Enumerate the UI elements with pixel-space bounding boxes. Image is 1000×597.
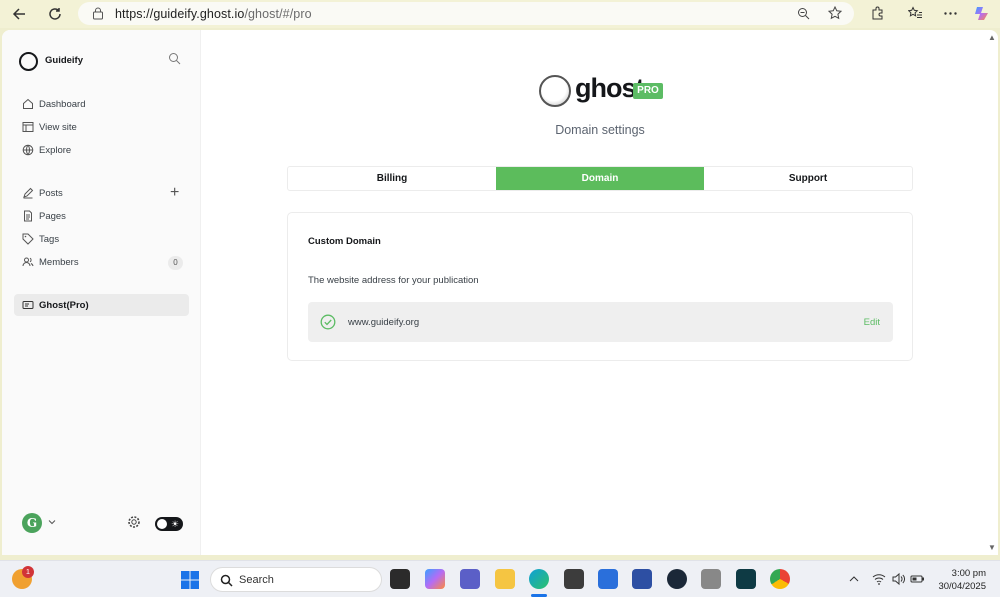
layout-icon	[22, 122, 34, 132]
sidebar-item-members[interactable]: Members	[14, 251, 189, 273]
tab-support[interactable]: Support	[704, 167, 912, 190]
card-title: Custom Domain	[308, 236, 381, 247]
page-viewport: Guideify Dashboard View site Explore Pos…	[2, 30, 998, 555]
copilot-app-icon[interactable]	[425, 569, 445, 589]
chevron-down-icon[interactable]	[47, 517, 57, 527]
taskbar-search[interactable]: Search	[210, 567, 382, 592]
favorites-icon[interactable]	[908, 6, 923, 21]
globe-icon	[22, 144, 34, 156]
chevron-up-icon[interactable]	[848, 573, 860, 585]
app-gray-icon[interactable]	[701, 569, 721, 589]
sidebar: Guideify Dashboard View site Explore Pos…	[2, 30, 201, 555]
home-icon	[23, 98, 33, 109]
avatar[interactable]: G	[22, 513, 42, 533]
scroll-down-arrow[interactable]: ▼	[988, 543, 996, 552]
clock-date: 30/04/2025	[938, 581, 986, 592]
sun-icon: ☀	[171, 519, 180, 529]
extensions-icon[interactable]	[870, 6, 885, 21]
windows-start-icon[interactable]	[180, 570, 200, 590]
sidebar-item-label: Tags	[39, 234, 60, 245]
members-icon	[22, 257, 34, 267]
sidebar-item-label: View site	[39, 122, 77, 133]
more-menu-icon[interactable]	[943, 6, 958, 21]
sidebar-item-explore[interactable]: Explore	[14, 139, 189, 161]
edit-domain-button[interactable]: Edit	[864, 317, 880, 328]
edge-icon[interactable]	[529, 569, 549, 589]
settings-tabs: Billing Domain Support	[287, 166, 913, 191]
sidebar-item-label: Posts	[39, 188, 63, 199]
edit-icon	[23, 187, 34, 199]
volume-icon[interactable]	[891, 572, 905, 586]
card-icon	[22, 301, 34, 309]
address-bar[interactable]: https://guideify.ghost.io/ghost/#/pro	[78, 2, 854, 25]
card-description: The website address for your publication	[308, 275, 479, 286]
tab-billing[interactable]: Billing	[288, 167, 496, 190]
favorite-star-icon[interactable]	[828, 6, 842, 20]
file-explorer-icon[interactable]	[495, 569, 515, 589]
sidebar-item-posts[interactable]: Posts	[14, 182, 189, 204]
url-host: https://guideify.ghost.io	[115, 7, 245, 21]
url-path: /ghost/#/pro	[244, 7, 312, 21]
lock-icon	[93, 7, 103, 20]
sidebar-item-label: Members	[39, 257, 79, 268]
app-cube-icon[interactable]	[564, 569, 584, 589]
task-view-icon[interactable]	[390, 569, 410, 589]
copilot-icon[interactable]	[973, 4, 992, 23]
pro-badge: PRO	[633, 83, 663, 99]
tab-domain[interactable]: Domain	[496, 167, 704, 190]
domain-value: www.guideify.org	[348, 317, 420, 328]
custom-domain-card: Custom Domain The website address for yo…	[287, 212, 913, 361]
check-circle-icon	[320, 314, 336, 330]
add-post-button[interactable]: +	[170, 185, 179, 201]
sidebar-item-label: Ghost(Pro)	[39, 300, 89, 311]
notification-badge: 1	[22, 566, 34, 578]
teams-icon[interactable]	[460, 569, 480, 589]
app-blue-icon[interactable]	[632, 569, 652, 589]
search-label: Search	[239, 574, 274, 586]
dark-mode-toggle[interactable]: ☀	[155, 517, 183, 531]
taskbar: 1 Search 3:00 pm 30/04/2025	[0, 560, 1000, 597]
scroll-up-arrow[interactable]: ▲	[988, 33, 996, 42]
refresh-icon[interactable]	[43, 3, 67, 25]
steam-icon[interactable]	[667, 569, 687, 589]
wifi-icon[interactable]	[872, 572, 886, 586]
back-icon[interactable]	[8, 3, 32, 25]
members-count-badge: 0	[168, 256, 183, 270]
toggle-knob	[157, 519, 167, 529]
clock[interactable]: 3:00 pm 30/04/2025	[930, 567, 986, 593]
ghost-logo-icon	[539, 75, 571, 107]
domain-row: www.guideify.org Edit	[308, 302, 893, 342]
zoom-icon[interactable]	[797, 7, 810, 20]
sidebar-item-label: Pages	[39, 211, 66, 222]
sidebar-item-dashboard[interactable]: Dashboard	[14, 93, 189, 115]
sidebar-item-view-site[interactable]: View site	[14, 116, 189, 138]
main-content: ghost PRO Domain settings Billing Domain…	[202, 30, 998, 555]
chrome-icon[interactable]	[770, 569, 790, 589]
search-icon	[220, 574, 233, 587]
gear-icon[interactable]	[127, 515, 141, 529]
browser-toolbar: https://guideify.ghost.io/ghost/#/pro	[0, 0, 1000, 28]
app-teal-icon[interactable]	[736, 569, 756, 589]
site-logo[interactable]	[19, 52, 38, 71]
sidebar-item-label: Dashboard	[39, 99, 86, 110]
battery-icon[interactable]	[910, 572, 925, 586]
sidebar-item-tags[interactable]: Tags	[14, 228, 189, 250]
clock-time: 3:00 pm	[951, 568, 986, 579]
page-title: Domain settings	[555, 123, 645, 137]
site-name[interactable]: Guideify	[45, 55, 83, 66]
tag-icon	[22, 233, 34, 245]
url-text: https://guideify.ghost.io/ghost/#/pro	[115, 7, 312, 21]
page-icon	[24, 210, 32, 222]
sidebar-item-ghost-pro[interactable]: Ghost(Pro)	[14, 294, 189, 316]
microsoft-store-icon[interactable]	[598, 569, 618, 589]
sidebar-item-label: Explore	[39, 145, 72, 156]
search-icon[interactable]	[168, 52, 181, 65]
sidebar-item-pages[interactable]: Pages	[14, 205, 189, 227]
